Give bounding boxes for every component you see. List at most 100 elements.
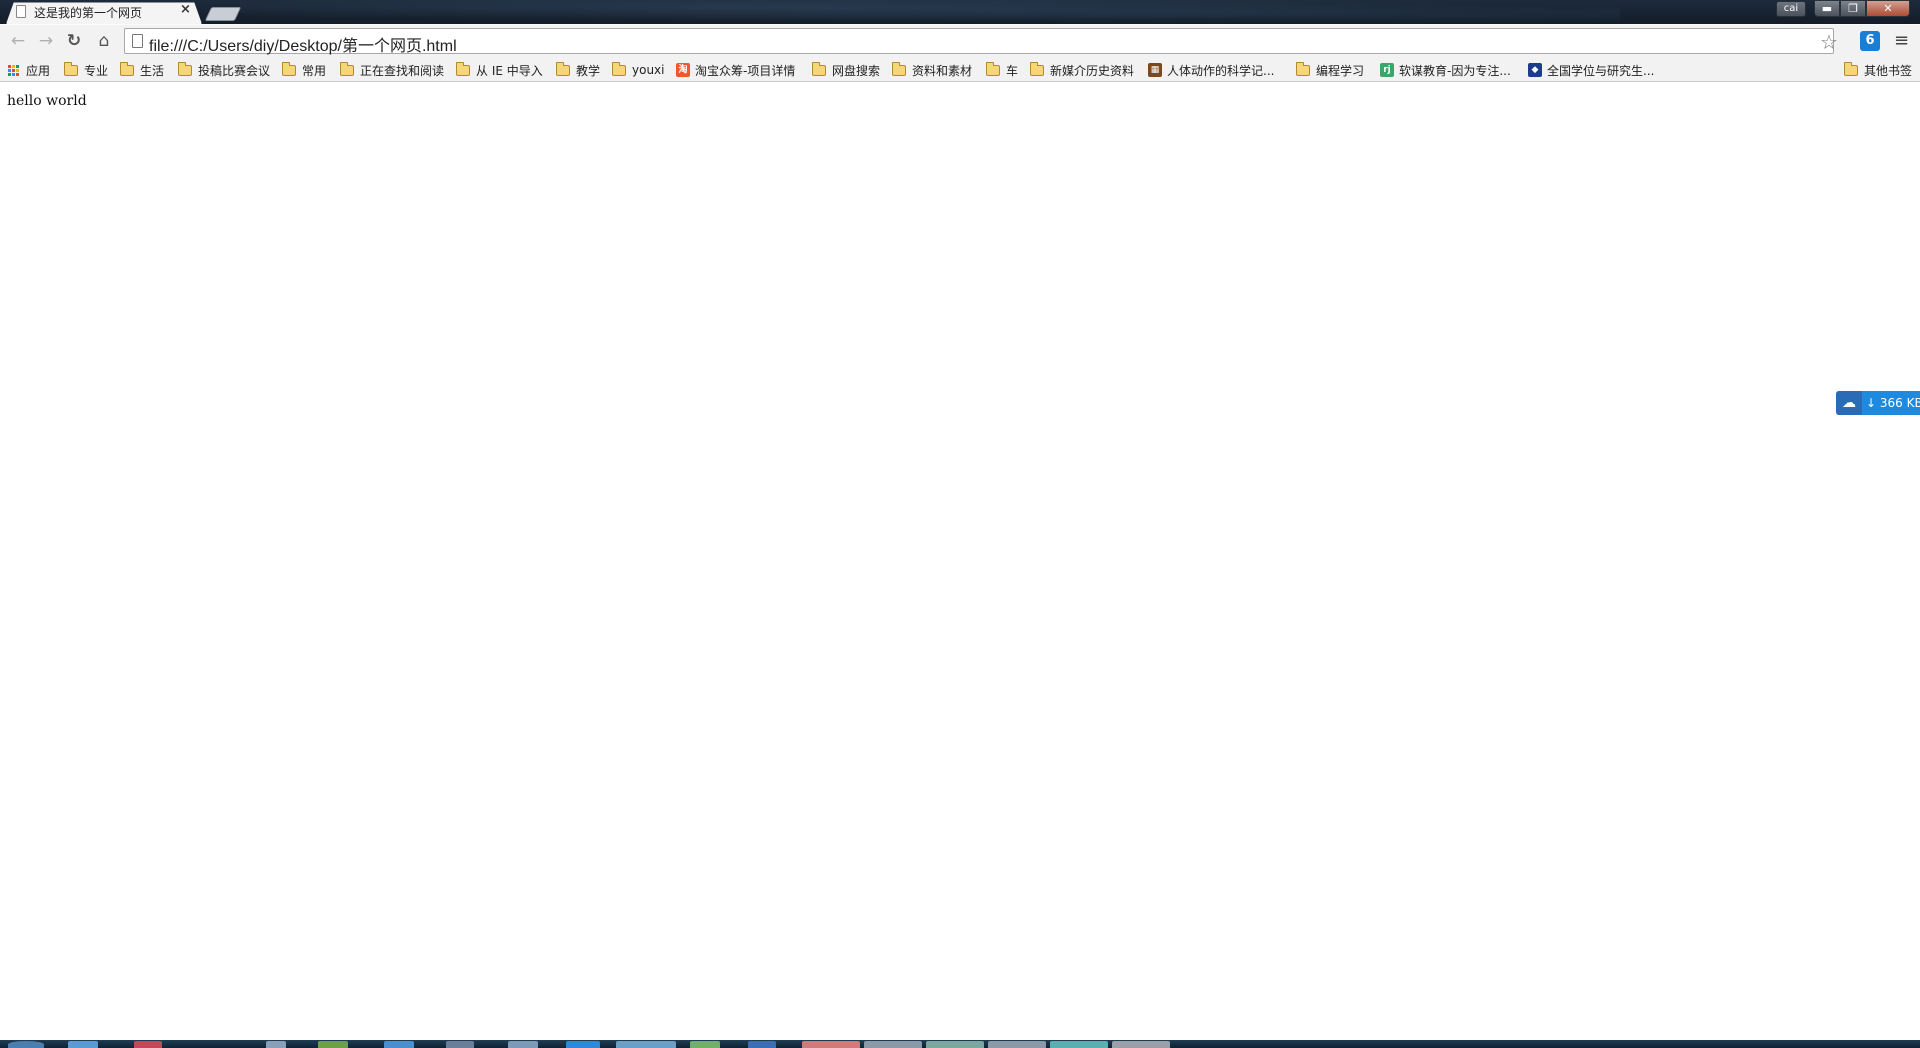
close-window-button[interactable]: ✕ xyxy=(1866,0,1910,17)
apps-icon xyxy=(8,64,19,76)
bookmark-label: 常用 xyxy=(302,63,327,78)
bookmark-item[interactable]: ◆ 全国学位与研究生... xyxy=(1528,62,1654,78)
bookmarks-bar: 应用 专业 生活 投稿比赛会议 常用 正在查找和阅读 从 IE 中导入 教学 youxi 淘淘宝… xyxy=(0,58,1920,82)
folder-icon xyxy=(986,61,1000,76)
folder-icon xyxy=(456,61,470,76)
reload-icon[interactable]: ↻ xyxy=(64,31,84,51)
taskbar-app[interactable] xyxy=(508,1041,538,1048)
site-favicon-icon: ◆ xyxy=(1528,63,1542,77)
taskbar-app[interactable] xyxy=(446,1041,474,1048)
bookmark-label: 人体动作的科学记... xyxy=(1167,63,1275,78)
cloud-icon: ☁ xyxy=(1836,391,1862,415)
bookmark-item[interactable]: youxi xyxy=(612,61,665,78)
bookmark-label: youxi xyxy=(632,63,665,77)
folder-icon xyxy=(340,61,354,76)
taskbar-app[interactable] xyxy=(318,1041,348,1048)
bookmark-label: 应用 xyxy=(26,63,51,78)
bookmark-label: 新媒介历史资料 xyxy=(1050,63,1135,78)
bookmark-item[interactable]: 新媒介历史资料 xyxy=(1030,61,1135,78)
bookmark-item[interactable]: ▦ 人体动作的科学记... xyxy=(1148,62,1274,78)
taskbar-app[interactable] xyxy=(134,1041,162,1048)
bookmark-item[interactable]: 生活 xyxy=(120,61,165,78)
home-icon[interactable]: ⌂ xyxy=(94,31,114,51)
download-size: ↓ 366 KB xyxy=(1866,396,1920,410)
folder-icon xyxy=(1296,61,1310,76)
extension-icon[interactable]: 6 xyxy=(1860,31,1880,51)
bookmark-label: 投稿比赛会议 xyxy=(198,63,271,78)
bookmark-item[interactable]: 教学 xyxy=(556,61,601,78)
start-button[interactable] xyxy=(8,1041,44,1048)
bookmark-item[interactable]: 从 IE 中导入 xyxy=(456,61,543,78)
taskbar-app[interactable] xyxy=(68,1041,98,1048)
tab-title: 这是我的第一个网页 xyxy=(34,6,143,20)
maximize-button[interactable]: ❐ xyxy=(1840,0,1866,17)
bookmark-star-icon[interactable]: ☆ xyxy=(1820,30,1838,54)
bookmark-item[interactable]: 专业 xyxy=(64,61,109,78)
taskbar-app[interactable] xyxy=(748,1041,776,1048)
bookmark-item[interactable]: 淘淘宝众筹-项目详情 xyxy=(676,62,795,78)
taskbar-app[interactable] xyxy=(988,1041,1046,1048)
folder-icon xyxy=(892,61,906,76)
folder-icon xyxy=(178,61,192,76)
page-info-icon[interactable] xyxy=(132,34,143,48)
user-profile-button[interactable]: cai xyxy=(1776,1,1806,17)
taskbar-app[interactable] xyxy=(926,1041,984,1048)
tab-close-icon[interactable]: × xyxy=(180,3,191,17)
taskbar-app[interactable] xyxy=(1050,1041,1108,1048)
forward-icon[interactable]: → xyxy=(36,31,56,51)
taskbar-app[interactable] xyxy=(1112,1041,1170,1048)
site-favicon-icon: ▦ xyxy=(1148,63,1162,77)
bookmark-label: 全国学位与研究生... xyxy=(1547,63,1655,78)
address-bar[interactable]: file:///C:/Users/diy/Desktop/第一个网页.html xyxy=(124,28,1834,56)
bookmark-label: 网盘搜索 xyxy=(832,63,881,78)
bookmark-item[interactable]: 投稿比赛会议 xyxy=(178,61,271,78)
folder-icon xyxy=(120,61,134,76)
window-controls: ▬ ❐ ✕ xyxy=(1814,0,1910,17)
bookmark-item[interactable]: 正在查找和阅读 xyxy=(340,61,445,78)
bookmark-item[interactable]: 资料和素材 xyxy=(892,61,972,78)
taskbar xyxy=(0,1040,1920,1048)
url-text[interactable]: file:///C:/Users/diy/Desktop/第一个网页.html xyxy=(149,32,457,56)
page-content: hello world xyxy=(0,83,1920,1040)
taskbar-app[interactable] xyxy=(616,1041,676,1048)
folder-icon xyxy=(1030,61,1044,76)
site-favicon-icon: 淘 xyxy=(676,63,690,77)
taskbar-app[interactable] xyxy=(384,1041,414,1048)
bookmark-other[interactable]: 其他书签 xyxy=(1844,61,1913,78)
folder-icon xyxy=(612,61,626,76)
title-bar: 这是我的第一个网页 × cai ▬ ❐ ✕ xyxy=(0,0,1920,24)
browser-toolbar: ← → ↻ ⌂ file:///C:/Users/diy/Desktop/第一个… xyxy=(0,24,1920,58)
bookmark-label: 软谋教育-因为专注... xyxy=(1399,63,1511,78)
body-text: hello world xyxy=(7,93,87,109)
bookmark-label: 编程学习 xyxy=(1316,63,1365,78)
bookmark-item[interactable]: 网盘搜索 xyxy=(812,61,881,78)
folder-icon xyxy=(812,61,826,76)
folder-icon xyxy=(1844,61,1858,76)
folder-icon xyxy=(64,61,78,76)
bookmark-label: 淘宝众筹-项目详情 xyxy=(695,63,796,78)
taskbar-app[interactable] xyxy=(690,1041,720,1048)
taskbar-app[interactable] xyxy=(802,1041,860,1048)
menu-icon[interactable]: ≡ xyxy=(1894,30,1909,51)
bookmark-label: 专业 xyxy=(84,63,109,78)
site-favicon-icon: rj xyxy=(1380,63,1394,77)
bookmark-item[interactable]: 常用 xyxy=(282,61,327,78)
taskbar-app[interactable] xyxy=(266,1041,286,1048)
bookmark-label: 正在查找和阅读 xyxy=(360,63,445,78)
taskbar-app[interactable] xyxy=(566,1041,600,1048)
bookmark-label: 其他书签 xyxy=(1864,63,1913,78)
taskbar-app[interactable] xyxy=(864,1041,922,1048)
bookmark-item[interactable]: 车 xyxy=(986,61,1019,78)
new-tab-button[interactable] xyxy=(204,7,242,21)
bookmark-apps[interactable]: 应用 xyxy=(8,62,50,78)
download-widget[interactable]: ☁ ↓ 366 KB xyxy=(1836,391,1920,415)
minimize-button[interactable]: ▬ xyxy=(1814,0,1840,17)
bookmark-item[interactable]: rj 软谋教育-因为专注... xyxy=(1380,62,1511,78)
bookmark-label: 教学 xyxy=(576,63,601,78)
bookmark-item[interactable]: 编程学习 xyxy=(1296,61,1365,78)
bookmark-label: 车 xyxy=(1006,63,1019,78)
bookmark-label: 生活 xyxy=(140,63,165,78)
folder-icon xyxy=(556,61,570,76)
file-icon xyxy=(16,5,26,18)
back-icon[interactable]: ← xyxy=(8,31,28,51)
